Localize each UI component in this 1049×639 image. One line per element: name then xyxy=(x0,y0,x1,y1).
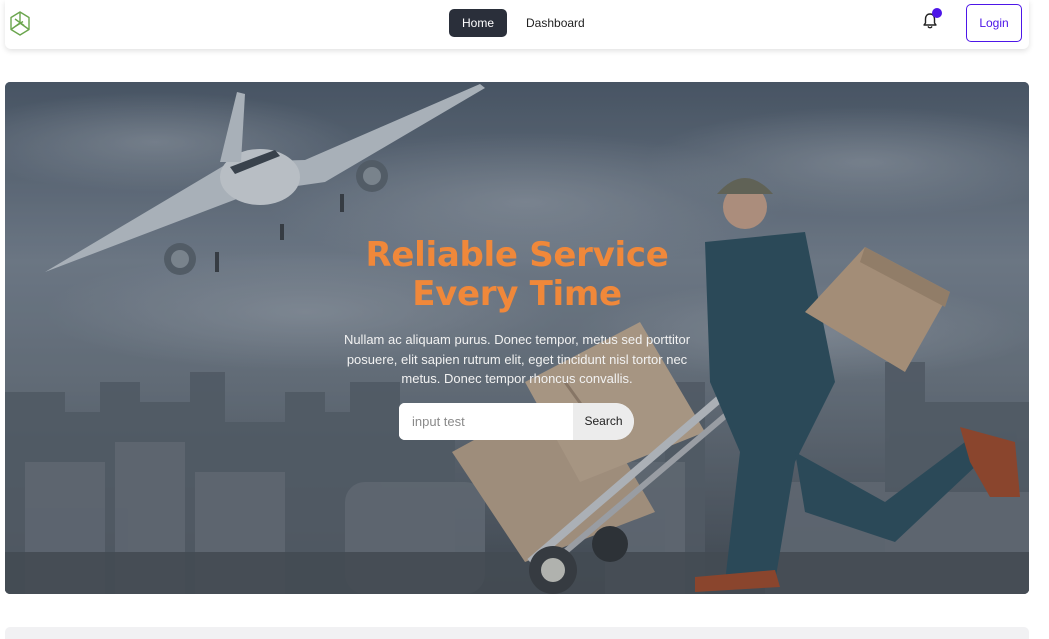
hero-title-line-1: Reliable Service xyxy=(365,235,669,275)
notification-dot xyxy=(932,8,942,18)
hero-title-line-2: Every Time xyxy=(412,274,622,314)
search-bar: Search xyxy=(399,403,634,440)
next-section xyxy=(5,627,1029,639)
hero-banner: Reliable Service Every Time Nullam ac al… xyxy=(5,82,1029,594)
nav-link-home[interactable]: Home xyxy=(449,9,508,37)
search-button[interactable]: Search xyxy=(573,403,634,440)
nav-link-dashboard[interactable]: Dashboard xyxy=(513,9,598,37)
search-input[interactable] xyxy=(399,403,573,440)
login-button[interactable]: Login xyxy=(966,4,1022,42)
navbar: Home Dashboard Login xyxy=(5,0,1029,49)
hero-title: Reliable Service Every Time xyxy=(267,236,767,314)
cube-logo-icon[interactable] xyxy=(9,10,31,38)
main-nav: Home Dashboard xyxy=(449,9,598,37)
hero-description: Nullam ac aliquam purus. Donec tempor, m… xyxy=(343,332,691,386)
